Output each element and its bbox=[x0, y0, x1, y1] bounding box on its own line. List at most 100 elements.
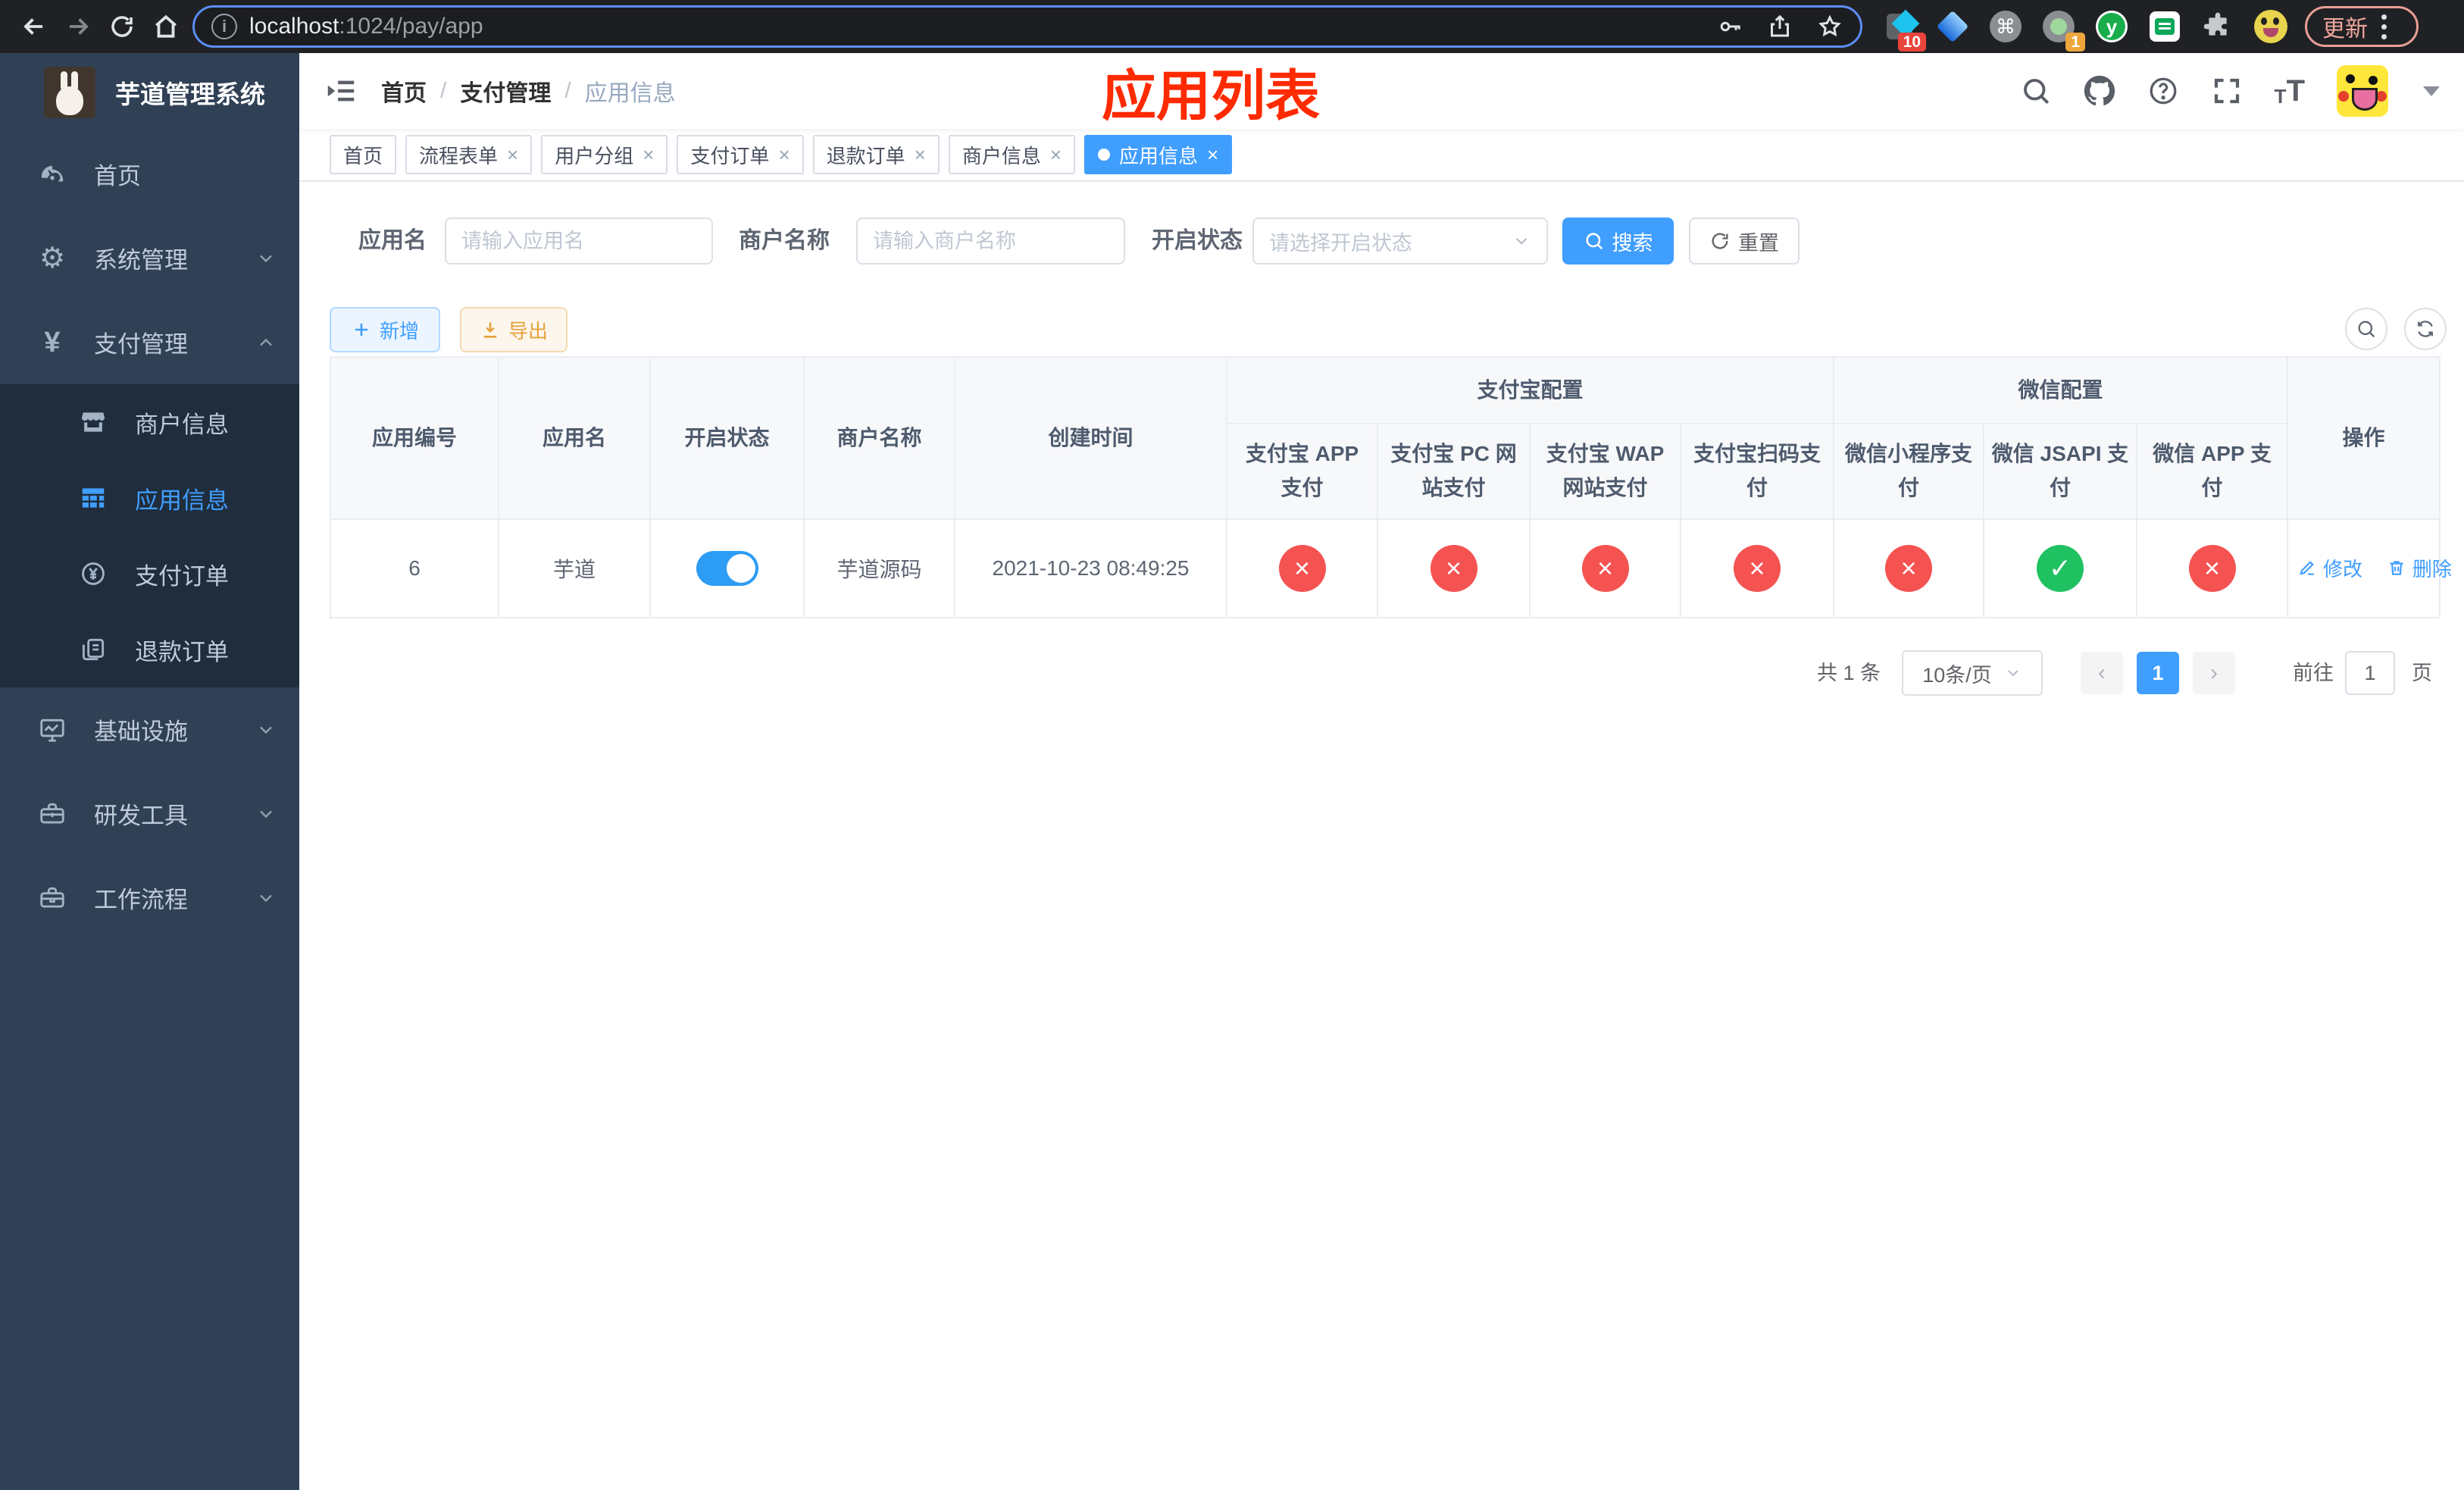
bookmark-star-icon[interactable] bbox=[1816, 13, 1843, 40]
extension-icon-8[interactable] bbox=[2253, 9, 2288, 44]
status-select[interactable]: 请选择开启状态 bbox=[1252, 218, 1548, 265]
extension-icon-2[interactable] bbox=[1935, 9, 1970, 44]
back-button[interactable] bbox=[12, 5, 56, 49]
forward-button[interactable] bbox=[56, 5, 100, 49]
col-header: 支付宝 APP 支付 bbox=[1226, 423, 1378, 520]
docs-icon bbox=[76, 635, 111, 664]
status-disabled-icon: × bbox=[1885, 545, 1933, 592]
status-disabled-icon: × bbox=[1581, 545, 1629, 592]
user-avatar[interactable] bbox=[2337, 65, 2388, 117]
breadcrumb-item[interactable]: 首页 bbox=[381, 74, 427, 108]
goto-page-input[interactable] bbox=[2345, 651, 2395, 695]
apps-table: 应用编号 应用名 开启状态 商户名称 创建时间 支付宝配置 微信配置 操作 支付… bbox=[330, 356, 2452, 618]
page-content: 应用名 商户名称 开启状态 请选择开启状态 搜索 重置 新增 bbox=[299, 182, 2464, 1490]
github-icon[interactable] bbox=[2084, 75, 2115, 107]
browser-menu-icon[interactable] bbox=[2381, 14, 2387, 39]
tab-close-icon[interactable]: × bbox=[915, 145, 926, 164]
add-button[interactable]: 新增 bbox=[330, 307, 440, 352]
tab-label: 退款订单 bbox=[826, 144, 905, 167]
tab-用户分组[interactable]: 用户分组 × bbox=[541, 135, 668, 174]
sidebar-item-系统管理[interactable]: ⚙ 系统管理 bbox=[0, 216, 299, 300]
sidebar-item-label: 商户信息 bbox=[135, 411, 229, 438]
coin-icon bbox=[76, 559, 111, 588]
col-header: 应用名 bbox=[498, 356, 651, 520]
export-button[interactable]: 导出 bbox=[460, 307, 568, 352]
tag-tabs-bar: 首页 流程表单 × 用户分组 × 支付订单 × 退款订单 × 商户信息 × 应用信息 × bbox=[299, 129, 2464, 182]
app-name-input[interactable] bbox=[445, 218, 713, 265]
tab-close-icon[interactable]: × bbox=[643, 145, 654, 164]
sidebar-item-首页[interactable]: 首页 bbox=[0, 132, 299, 216]
tab-流程表单[interactable]: 流程表单 × bbox=[405, 135, 533, 174]
extension-icon-6[interactable] bbox=[2147, 9, 2182, 44]
sidebar-item-支付订单[interactable]: 支付订单 bbox=[0, 536, 299, 612]
site-info-icon[interactable]: i bbox=[211, 14, 237, 39]
extension-icon-5[interactable]: y bbox=[2094, 9, 2129, 44]
fullscreen-icon[interactable] bbox=[2211, 75, 2243, 107]
update-button[interactable]: 更新 bbox=[2305, 6, 2419, 47]
app-logo[interactable]: 芋道管理系统 bbox=[0, 53, 299, 132]
tab-close-icon[interactable]: × bbox=[1050, 145, 1062, 164]
tab-应用信息[interactable]: 应用信息 × bbox=[1084, 135, 1233, 174]
reload-button[interactable] bbox=[100, 5, 144, 49]
breadcrumb-separator: / bbox=[440, 78, 447, 103]
delete-link[interactable]: 删除 bbox=[2387, 554, 2452, 582]
tab-退款订单[interactable]: 退款订单 × bbox=[812, 135, 940, 174]
merchant-name-input[interactable] bbox=[856, 218, 1125, 265]
sidebar-item-label: 首页 bbox=[94, 163, 141, 189]
address-bar[interactable]: i localhost:1024/pay/app bbox=[192, 5, 1862, 48]
status-toggle[interactable] bbox=[696, 551, 758, 586]
tab-label: 用户分组 bbox=[555, 144, 634, 167]
sidebar-item-退款订单[interactable]: 退款订单 bbox=[0, 612, 299, 687]
col-header: 商户名称 bbox=[803, 356, 955, 520]
help-icon[interactable] bbox=[2147, 75, 2179, 107]
col-header: 微信小程序支付 bbox=[1833, 423, 1985, 520]
password-key-icon[interactable] bbox=[1716, 13, 1743, 40]
extension-icon-1[interactable]: 10 bbox=[1882, 9, 1926, 52]
app-title: 芋道管理系统 bbox=[115, 80, 265, 108]
sidebar-item-工作流程[interactable]: 工作流程 bbox=[0, 856, 299, 940]
prev-page-button[interactable]: ‹ bbox=[2081, 652, 2123, 694]
chevron-down-icon[interactable] bbox=[2423, 86, 2440, 96]
page-size-select[interactable]: 10条/页 bbox=[1902, 650, 2043, 696]
tab-close-icon[interactable]: × bbox=[507, 145, 518, 164]
top-navbar: 首页 / 支付管理 / 应用信息 应用列表 TT bbox=[299, 53, 2464, 129]
sidebar-item-label: 研发工具 bbox=[94, 803, 188, 829]
sidebar-item-研发工具[interactable]: 研发工具 bbox=[0, 772, 299, 856]
extension-icon-4[interactable]: 1 bbox=[2041, 9, 2085, 52]
tab-商户信息[interactable]: 商户信息 × bbox=[948, 135, 1076, 174]
next-page-button[interactable]: › bbox=[2193, 652, 2235, 694]
toggle-search-button[interactable] bbox=[2345, 308, 2387, 350]
tab-close-icon[interactable]: × bbox=[1207, 145, 1218, 164]
extension-badge: 1 bbox=[2065, 33, 2085, 52]
store-icon bbox=[76, 408, 111, 437]
extension-icon-3[interactable]: ⌘ bbox=[1988, 9, 2023, 44]
sidebar-item-基础设施[interactable]: 基础设施 bbox=[0, 687, 299, 772]
home-button[interactable] bbox=[144, 5, 188, 49]
extension-badge: 10 bbox=[1897, 33, 1926, 52]
search-icon[interactable] bbox=[2020, 75, 2052, 107]
sidebar-item-应用信息[interactable]: 应用信息 bbox=[0, 460, 299, 536]
reset-button[interactable]: 重置 bbox=[1689, 218, 1800, 265]
chevron-down-icon bbox=[255, 248, 277, 269]
cell-alipay-app: × bbox=[1226, 518, 1378, 618]
sidebar-item-商户信息[interactable]: 商户信息 bbox=[0, 384, 299, 460]
tab-label: 应用信息 bbox=[1119, 144, 1199, 167]
url-text: localhost:1024/pay/app bbox=[249, 14, 483, 39]
sidebar-item-label: 基础设施 bbox=[94, 718, 188, 745]
breadcrumb-item[interactable]: 支付管理 bbox=[460, 74, 551, 108]
share-icon[interactable] bbox=[1766, 13, 1793, 40]
extensions-puzzle-icon[interactable] bbox=[2200, 9, 2235, 44]
col-header: 微信 JSAPI 支付 bbox=[1983, 423, 2138, 520]
tab-close-icon[interactable]: × bbox=[778, 145, 790, 164]
edit-link[interactable]: 修改 bbox=[2297, 554, 2362, 582]
col-header: 创建时间 bbox=[954, 356, 1227, 520]
page-1-button[interactable]: 1 bbox=[2137, 652, 2179, 694]
refresh-button[interactable] bbox=[2404, 308, 2447, 350]
font-size-icon[interactable]: TT bbox=[2275, 74, 2305, 108]
sidebar-collapse-icon[interactable] bbox=[324, 74, 358, 108]
tab-支付订单[interactable]: 支付订单 × bbox=[677, 135, 804, 174]
tab-首页[interactable]: 首页 bbox=[330, 135, 397, 174]
search-button[interactable]: 搜索 bbox=[1562, 218, 1674, 265]
sidebar-item-支付管理[interactable]: ¥ 支付管理 bbox=[0, 300, 299, 384]
status-disabled-icon: × bbox=[1734, 545, 1781, 592]
